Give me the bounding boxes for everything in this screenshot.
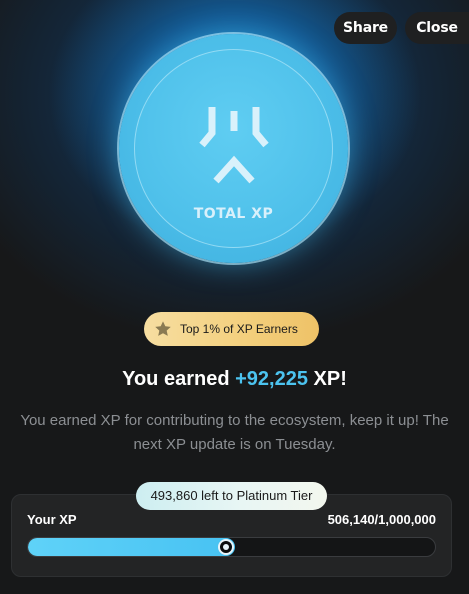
total-xp-coin: TOTAL XP — [119, 34, 348, 263]
your-xp-label: Your XP — [27, 512, 77, 527]
xp-summary-screen: Share Close TOTAL XP Top 1% of XP Earner… — [0, 0, 469, 594]
top-earners-badge: Top 1% of XP Earners — [144, 312, 319, 346]
description-line-2: next XP update is on Tuesday. — [133, 436, 336, 453]
headline-prefix: You earned — [122, 368, 236, 390]
xp-progress-marker — [218, 539, 234, 555]
badge-text: Top 1% of XP Earners — [180, 322, 298, 336]
star-icon — [155, 321, 171, 336]
headline-suffix: XP! — [307, 368, 347, 390]
tier-remaining-pill: 493,860 left to Platinum Tier — [136, 482, 327, 510]
earned-amount: +92,225 — [235, 368, 308, 390]
coin-label: TOTAL XP — [193, 206, 274, 222]
earned-headline: You earned +92,225 XP! — [0, 368, 469, 391]
xp-value: 506,140/1,000,000 — [327, 512, 436, 527]
close-button[interactable]: Close — [405, 12, 469, 44]
coin-face: TOTAL XP — [134, 49, 333, 248]
xp-logo-icon — [199, 107, 269, 184]
earned-description: You earned XP for contributing to the ec… — [0, 409, 469, 457]
description-line-1: You earned XP for contributing to the ec… — [20, 412, 449, 429]
xp-progress-fill — [28, 538, 235, 556]
share-button[interactable]: Share — [334, 12, 397, 44]
